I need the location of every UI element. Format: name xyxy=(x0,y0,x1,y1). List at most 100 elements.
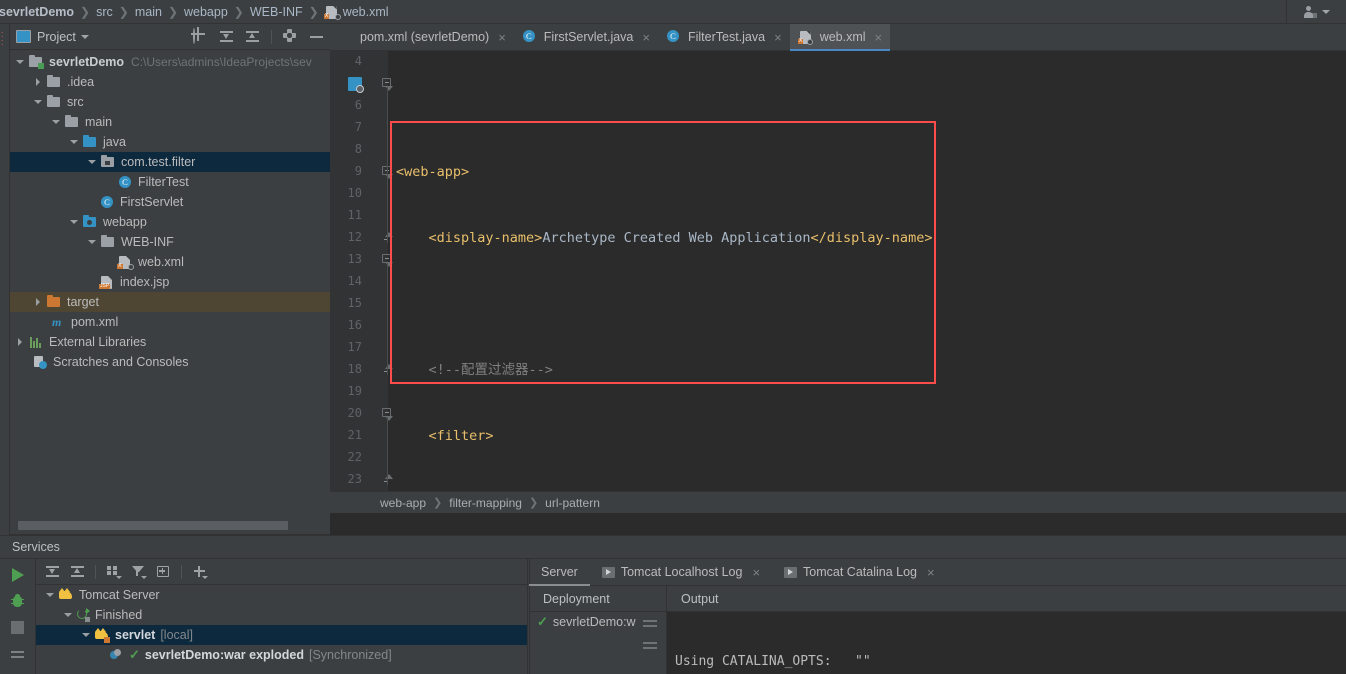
run-icon[interactable] xyxy=(11,568,24,582)
services-tab-server[interactable]: Server xyxy=(529,559,590,586)
code-line[interactable] xyxy=(388,293,1346,315)
services-row-artifact[interactable]: ✓ sevrletDemo:war exploded [Synchronized… xyxy=(36,645,527,665)
breadcrumb-item-webinf[interactable]: WEB-INF xyxy=(249,5,304,19)
chevron-down-icon[interactable] xyxy=(50,116,62,128)
hide-panel-icon[interactable] xyxy=(309,29,324,44)
tree-row-project[interactable]: sevrletDemo C:\Users\admins\IdeaProjects… xyxy=(10,52,330,72)
chevron-right-icon[interactable] xyxy=(14,336,26,348)
tree-row-target[interactable]: target xyxy=(10,292,330,312)
chevron-down-icon[interactable] xyxy=(80,629,92,641)
collapse-all-icon[interactable] xyxy=(70,564,85,579)
tree-row-main[interactable]: main xyxy=(10,112,330,132)
filter-icon[interactable] xyxy=(131,564,147,579)
close-icon[interactable]: × xyxy=(752,565,760,580)
breadcrumb-item-src[interactable]: src xyxy=(95,5,114,19)
project-horizontal-scrollbar[interactable] xyxy=(10,521,330,530)
chevron-down-icon[interactable] xyxy=(68,136,80,148)
expand-right-icon[interactable] xyxy=(642,616,660,630)
close-icon[interactable]: × xyxy=(642,30,650,45)
tree-row-external-libraries[interactable]: External Libraries xyxy=(10,332,330,352)
chevron-down-icon[interactable] xyxy=(86,156,98,168)
editor-tab-web-xml[interactable]: X web.xml × xyxy=(789,24,891,51)
editor-tab-filtertest[interactable]: C FilterTest.java × xyxy=(658,24,790,50)
chevron-right-icon[interactable] xyxy=(32,296,44,308)
tree-row-firstservlet[interactable]: C FirstServlet xyxy=(10,192,330,212)
services-row-finished[interactable]: Finished xyxy=(36,605,527,625)
breadcrumb-item-file[interactable]: web.xml xyxy=(342,5,390,19)
editor-tab-firstservlet[interactable]: C FirstServlet.java × xyxy=(514,24,658,50)
tree-row-src[interactable]: src xyxy=(10,92,330,112)
tree-row-webinf[interactable]: WEB-INF xyxy=(10,232,330,252)
services-tab-localhost-log[interactable]: Tomcat Localhost Log × xyxy=(590,559,772,585)
chevron-down-icon[interactable] xyxy=(14,56,26,68)
breadcrumb-item-webapp[interactable]: webapp xyxy=(183,5,229,19)
code-line[interactable] xyxy=(388,95,1346,117)
services-tab-bar: Server Tomcat Localhost Log × Tomcat Cat… xyxy=(529,559,1346,586)
deployment-header: Deployment xyxy=(529,586,666,612)
chevron-down-icon[interactable] xyxy=(44,589,56,601)
breadcrumb-item-main[interactable]: main xyxy=(134,5,163,19)
collapse-left-icon[interactable] xyxy=(642,638,660,652)
services-tab-catalina-log[interactable]: Tomcat Catalina Log × xyxy=(772,559,947,585)
code-lines[interactable]: <web-app> <display-name>Archetype Create… xyxy=(388,51,1346,513)
close-icon[interactable]: × xyxy=(927,565,935,580)
chevron-down-icon[interactable] xyxy=(32,96,44,108)
xml-schema-icon[interactable] xyxy=(348,77,364,93)
rerun-icon[interactable] xyxy=(10,647,25,661)
breadcrumb-item-url-pattern[interactable]: url-pattern xyxy=(545,496,600,510)
chevron-down-icon[interactable] xyxy=(62,609,74,621)
breadcrumb-item-webapp[interactable]: web-app xyxy=(380,496,426,510)
collapse-all-icon[interactable] xyxy=(245,29,260,44)
tree-row-filtertest[interactable]: C FilterTest xyxy=(10,172,330,192)
code-line[interactable]: <!--配置过滤器--> xyxy=(388,359,1346,381)
chevron-down-icon[interactable] xyxy=(80,34,89,39)
code-line[interactable]: <display-name>Archetype Created Web Appl… xyxy=(388,227,1346,249)
tree-label: java xyxy=(103,135,126,149)
stop-icon[interactable] xyxy=(11,621,24,634)
deployment-resize-handles[interactable] xyxy=(642,616,664,660)
close-icon[interactable]: × xyxy=(498,30,506,45)
tree-row-idea[interactable]: .idea xyxy=(10,72,330,92)
console-output[interactable]: Using CATALINA_OPTS: "" 25-Sep-2022 18:4… xyxy=(667,612,1346,674)
line-number: 13 xyxy=(347,252,362,266)
settings-gear-icon[interactable] xyxy=(283,29,298,44)
tree-row-webapp[interactable]: webapp xyxy=(10,212,330,232)
expand-all-icon[interactable] xyxy=(219,29,234,44)
chevron-down-icon[interactable] xyxy=(86,236,98,248)
close-icon[interactable]: × xyxy=(774,30,782,45)
expand-all-icon[interactable] xyxy=(45,564,60,579)
editor-gutter[interactable]: 4 5 6 7 8 9 10 11 12 13 14 15 16 17 18 1… xyxy=(330,51,394,513)
close-icon[interactable]: × xyxy=(875,30,883,45)
tree-row-scratches[interactable]: Scratches and Consoles xyxy=(10,352,330,372)
tree-row-package[interactable]: com.test.filter xyxy=(10,152,330,172)
code-line[interactable]: <web-app> xyxy=(388,161,1346,183)
tree-label: sevrletDemo xyxy=(49,55,125,69)
chevron-right-icon[interactable] xyxy=(32,76,44,88)
group-icon[interactable] xyxy=(106,564,122,579)
services-panel-title[interactable]: Services xyxy=(0,536,1346,559)
services-row-tomcat-server[interactable]: Tomcat Server xyxy=(36,585,527,605)
tree-row-java[interactable]: java xyxy=(10,132,330,152)
debug-icon[interactable] xyxy=(11,594,24,608)
tree-row-webxml[interactable]: X web.xml xyxy=(10,252,330,272)
success-check-icon: ✓ xyxy=(129,647,140,662)
chevron-down-icon[interactable] xyxy=(68,216,80,228)
add-tab-icon[interactable] xyxy=(156,564,171,579)
services-row-servlet[interactable]: servlet [local] xyxy=(36,625,527,645)
tree-row-indexjsp[interactable]: JSP index.jsp xyxy=(10,272,330,292)
code-editor[interactable]: 4 5 6 7 8 9 10 11 12 13 14 15 16 17 18 1… xyxy=(330,51,1346,513)
project-tree[interactable]: sevrletDemo C:\Users\admins\IdeaProjects… xyxy=(10,50,330,535)
tree-row-pomxml[interactable]: m pom.xml xyxy=(10,312,330,332)
folder-icon xyxy=(100,234,116,249)
breadcrumb-item-project[interactable]: sevrletDemo xyxy=(0,5,75,19)
scrollbar-thumb[interactable] xyxy=(18,521,288,530)
line-number: 20 xyxy=(347,406,362,420)
breadcrumb-item-filter-mapping[interactable]: filter-mapping xyxy=(449,496,522,510)
code-line[interactable]: <filter> xyxy=(388,425,1346,447)
line-number: 14 xyxy=(347,274,362,288)
editor-tab-pom-xml[interactable]: pom.xml (sevrletDemo) × xyxy=(330,24,514,50)
user-account-button[interactable] xyxy=(1286,0,1346,24)
locate-file-icon[interactable] xyxy=(193,28,208,44)
add-service-icon[interactable] xyxy=(192,564,208,579)
project-panel-title[interactable]: Project xyxy=(37,30,76,44)
